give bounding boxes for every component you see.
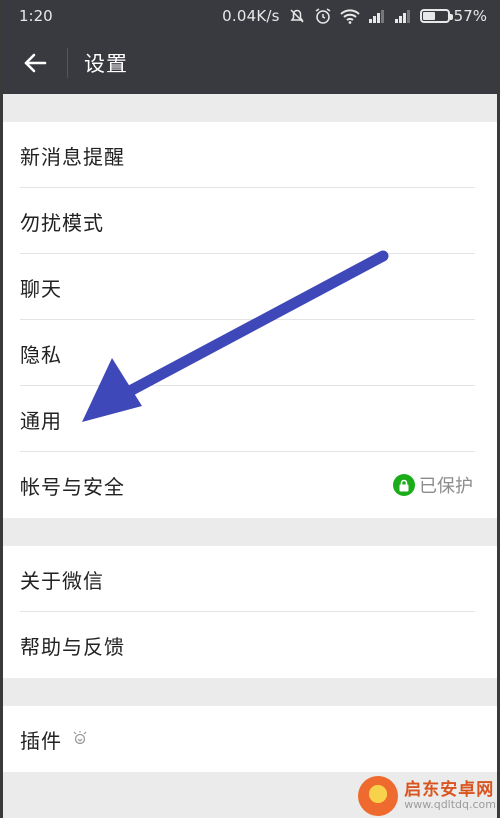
screen-frame: 1:20 0.04K/s 57% 设置 新消息提醒 勿扰模式 聊天 隐私 通用 … [0, 0, 500, 818]
settings-item-account-security[interactable]: 帐号与安全 已保护 [3, 452, 497, 518]
wifi-icon [339, 8, 360, 24]
settings-item-help-feedback[interactable]: 帮助与反馈 [3, 612, 497, 678]
settings-item-label: 插件 [20, 728, 62, 753]
watermark: 启东安卓网 www.qdltdq.com [358, 776, 496, 816]
settings-item-label: 新消息提醒 [20, 144, 125, 169]
battery-icon [419, 9, 453, 23]
settings-item-label: 通用 [20, 408, 62, 433]
status-time: 1:20 [19, 7, 53, 25]
settings-item-general[interactable]: 通用 [3, 386, 497, 452]
status-right: 0.04K/s 57% [222, 7, 487, 25]
settings-item-label: 隐私 [20, 342, 62, 367]
settings-item-about-wechat[interactable]: 关于微信 [3, 546, 497, 612]
settings-item-label: 帐号与安全 [20, 474, 125, 499]
settings-group-1: 新消息提醒 勿扰模式 聊天 隐私 通用 帐号与安全 已保护 [3, 122, 497, 518]
signal-icon-1 [368, 9, 386, 23]
status-badge: 已保护 [419, 476, 473, 497]
alarm-icon [314, 7, 332, 25]
status-bar: 1:20 0.04K/s 57% [3, 0, 497, 32]
toolbar: 设置 [3, 32, 497, 94]
settings-item-label: 聊天 [20, 276, 62, 301]
settings-item-do-not-disturb[interactable]: 勿扰模式 [3, 188, 497, 254]
settings-group-2: 关于微信 帮助与反馈 [3, 546, 497, 678]
plugin-bulb-icon [72, 730, 88, 748]
settings-item-plugins[interactable]: 插件 [3, 706, 497, 772]
watermark-title: 启东安卓网 [404, 779, 495, 800]
mute-bell-icon [288, 7, 306, 25]
settings-item-new-message-notify[interactable]: 新消息提醒 [3, 122, 497, 188]
battery-percent: 57% [453, 7, 487, 25]
arrow-left-icon [23, 53, 47, 73]
settings-item-chat[interactable]: 聊天 [3, 254, 497, 320]
lock-shield-icon [393, 474, 415, 496]
account-protected-status: 已保护 [393, 472, 473, 498]
settings-item-label: 关于微信 [20, 568, 104, 593]
network-speed: 0.04K/s [222, 7, 280, 25]
settings-group-3: 插件 [3, 706, 497, 772]
page-title: 设置 [84, 52, 128, 76]
settings-item-label: 勿扰模式 [20, 210, 104, 235]
watermark-url: www.qdltdq.com [404, 798, 496, 812]
back-button[interactable] [3, 32, 67, 94]
settings-item-privacy[interactable]: 隐私 [3, 320, 497, 386]
signal-icon-2 [394, 9, 412, 23]
settings-item-label: 帮助与反馈 [20, 634, 125, 659]
battery: 57% [419, 7, 487, 25]
watermark-logo-icon [358, 776, 399, 816]
